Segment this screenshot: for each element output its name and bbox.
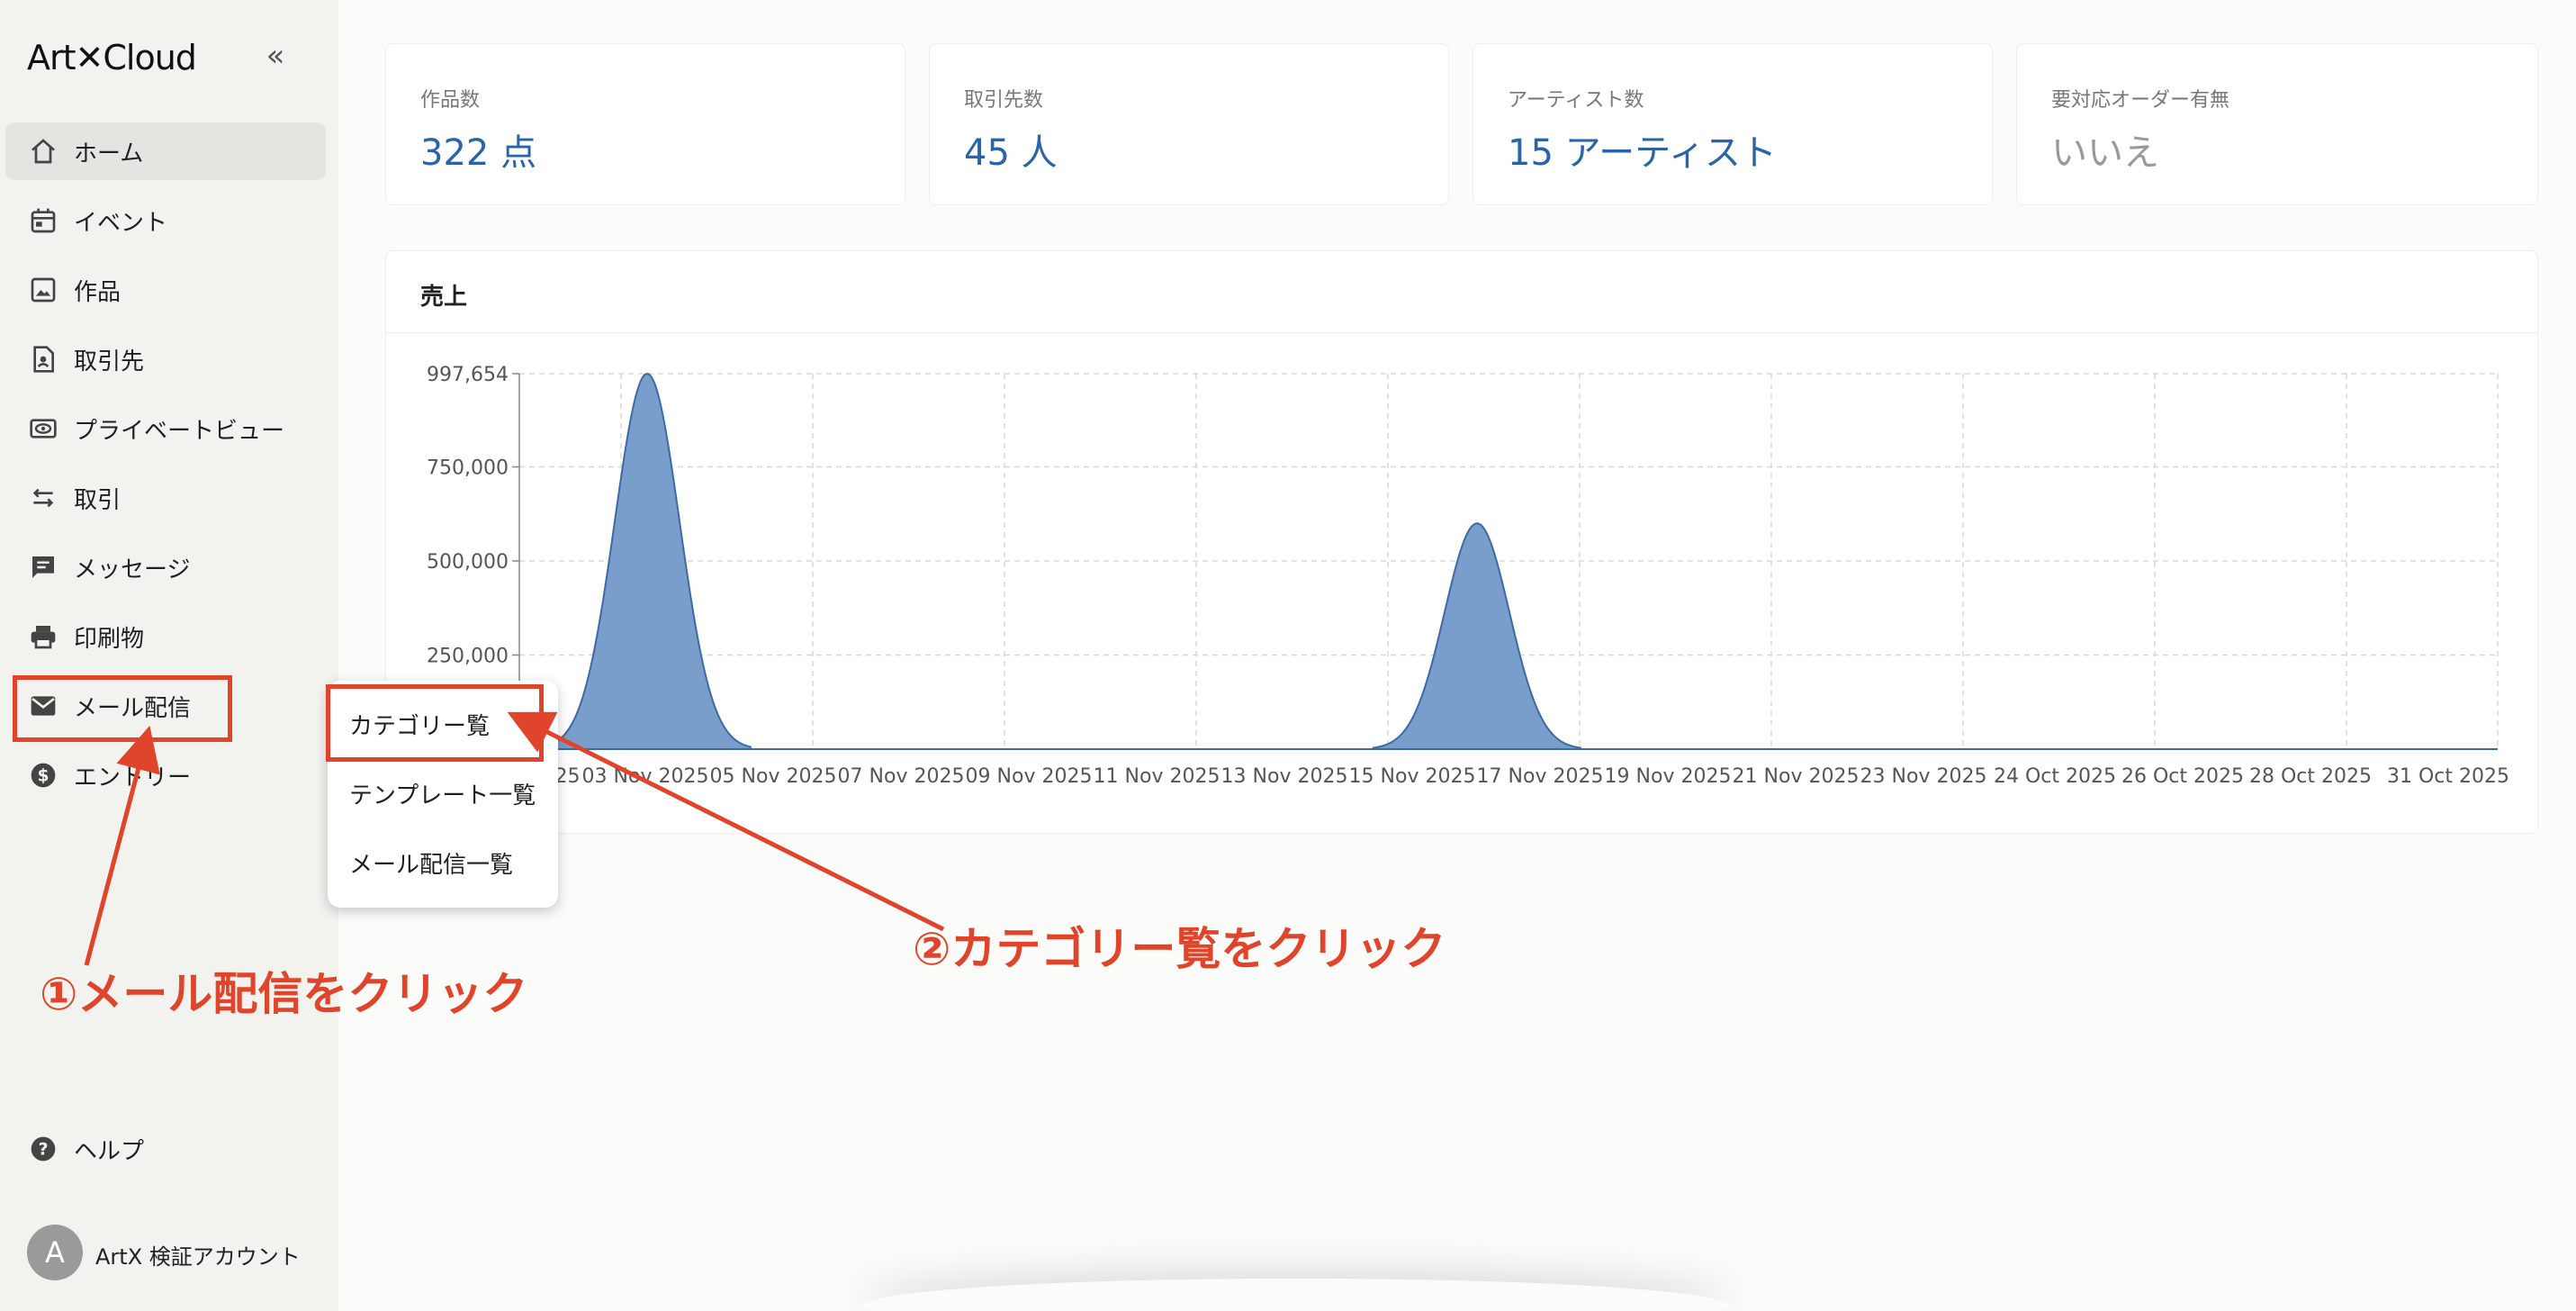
x-tick-label: 26 Oct 2025 <box>2121 765 2244 788</box>
bottom-shadow <box>864 1279 1728 1311</box>
avatar[interactable]: A <box>27 1225 83 1280</box>
sidebar-item-transactions[interactable]: 取引 <box>5 469 326 527</box>
dollar-icon: $ <box>31 763 56 788</box>
stat-card-artists: アーティスト数 15 アーティスト <box>1473 43 1993 205</box>
swap-icon <box>32 488 54 508</box>
svg-text:$: $ <box>38 767 50 786</box>
x-tick-label: 07 Nov 2025 <box>838 765 965 788</box>
submenu-item-template-list[interactable]: テンプレート一覧 <box>349 777 536 810</box>
x-tick-label: 28 Oct 2025 <box>2249 765 2372 788</box>
contact-icon <box>33 346 54 373</box>
home-icon <box>32 139 55 164</box>
image-icon <box>31 277 56 303</box>
sales-card: 売上 997,654750,000500,000250,00001 Nov 20… <box>385 250 2538 834</box>
eye-icon <box>30 419 57 439</box>
sidebar-item-printed-materials[interactable]: 印刷物 <box>5 608 326 665</box>
printer-icon <box>31 626 56 649</box>
svg-text:?: ? <box>39 1141 49 1160</box>
sidebar-item-private-view[interactable]: プライベートビュー <box>5 400 326 457</box>
x-tick-label: 15 Nov 2025 <box>1349 765 1476 788</box>
highlight-category-list <box>326 684 544 762</box>
sales-chart: 997,654750,000500,000250,00001 Nov 20250… <box>427 364 2509 788</box>
sidebar-item-event[interactable]: イベント <box>5 192 326 249</box>
stat-value: 45 人 <box>964 132 1058 174</box>
highlight-mail-delivery <box>13 675 232 742</box>
sidebar-item-artworks[interactable]: 作品 <box>5 261 326 319</box>
account-name[interactable]: ArtX 検証アカウント <box>95 1239 301 1270</box>
x-tick-label: 31 Oct 2025 <box>2387 765 2509 788</box>
stat-card-pending-orders: 要対応オーダー有無 いいえ <box>2016 43 2538 205</box>
y-tick-label: 997,654 <box>427 364 509 386</box>
annotation-step1: ①メール配信をクリック <box>40 968 528 1020</box>
stat-value: 322 点 <box>420 132 537 174</box>
help-icon: ? <box>31 1136 56 1162</box>
x-tick-label: 05 Nov 2025 <box>710 765 837 788</box>
collapse-sidebar-button[interactable]: « <box>257 40 293 76</box>
y-tick-label: 500,000 <box>427 551 509 574</box>
stat-card-clients: 取引先数 45 人 <box>929 43 1449 205</box>
x-tick-label: 03 Nov 2025 <box>582 765 709 788</box>
sidebar-item-home[interactable]: ホーム <box>5 122 326 180</box>
sidebar-item-clients[interactable]: 取引先 <box>5 330 326 388</box>
sales-area-peak <box>1372 522 1582 750</box>
x-tick-label: 19 Nov 2025 <box>1605 765 1732 788</box>
annotation-step2: ②カテゴリー覧をクリック <box>913 923 1446 975</box>
sidebar-item-help[interactable]: ? ヘルプ <box>5 1120 326 1178</box>
x-tick-label: 09 Nov 2025 <box>966 765 1093 788</box>
calendar-icon <box>31 208 56 233</box>
x-tick-label: 13 Nov 2025 <box>1221 765 1348 788</box>
x-tick-label: 17 Nov 2025 <box>1477 765 1604 788</box>
message-icon <box>32 556 54 578</box>
artxcloud-logo[interactable]: Art✕Cloud <box>27 38 197 77</box>
stat-card-artworks: 作品数 322 点 <box>385 43 905 205</box>
sidebar-item-entry[interactable]: $ エントリー <box>5 746 326 804</box>
stat-value: いいえ <box>2051 132 2159 174</box>
sidebar: Art✕Cloud « ホーム イベント 作品 取引先 プライベートビュー 取引… <box>0 0 338 1311</box>
sidebar-item-messages[interactable]: メッセージ <box>5 538 326 596</box>
x-tick-label: 21 Nov 2025 <box>1733 765 1860 788</box>
stat-value: 15 アーティスト <box>1508 132 1777 174</box>
y-tick-label: 250,000 <box>427 646 509 668</box>
x-tick-label: 11 Nov 2025 <box>1094 765 1220 788</box>
x-tick-label: 24 Oct 2025 <box>1994 765 2116 788</box>
y-tick-label: 750,000 <box>427 457 509 480</box>
submenu-item-mail-delivery-list[interactable]: メール配信一覧 <box>349 846 513 880</box>
x-tick-label: 23 Nov 2025 <box>1860 765 1987 788</box>
